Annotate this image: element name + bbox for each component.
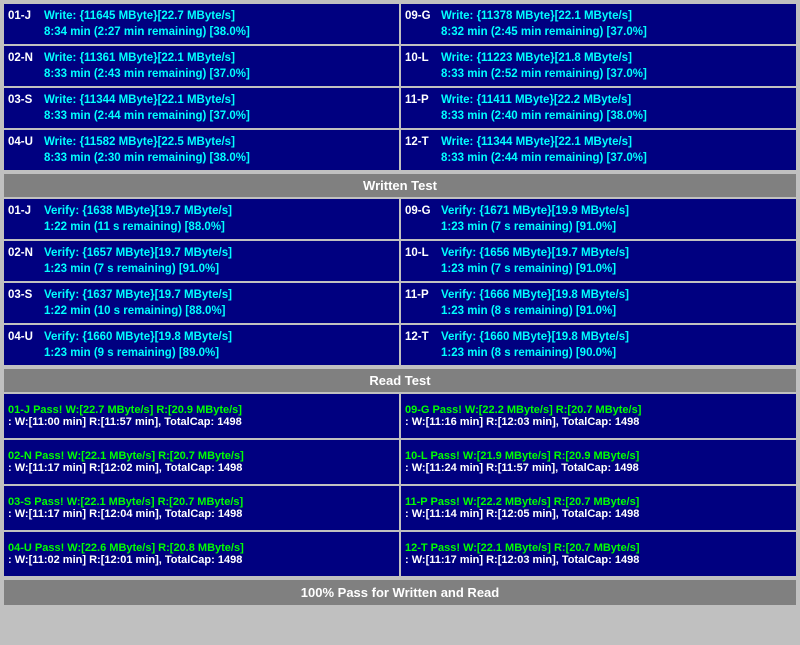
cell-11-p: 11-PVerify: {1666 MByte}[19.8 MByte/s]1:…: [401, 283, 796, 323]
pass-cell-01-j: 01-J Pass! W:[22.7 MByte/s] R:[20.9 MByt…: [4, 394, 399, 438]
cell-09-g: 09-GVerify: {1671 MByte}[19.9 MByte/s]1:…: [401, 199, 796, 239]
verify-grid: 01-JVerify: {1638 MByte}[19.7 MByte/s]1:…: [4, 199, 796, 365]
cell-10-l: 10-LWrite: {11223 MByte}[21.8 MByte/s]8:…: [401, 46, 796, 86]
verify-section: 01-JVerify: {1638 MByte}[19.7 MByte/s]1:…: [4, 199, 796, 392]
cell-09-g: 09-GWrite: {11378 MByte}[22.1 MByte/s]8:…: [401, 4, 796, 44]
write-grid: 01-JWrite: {11645 MByte}[22.7 MByte/s]8:…: [4, 4, 796, 170]
pass-section: 01-J Pass! W:[22.7 MByte/s] R:[20.9 MByt…: [4, 394, 796, 576]
cell-02-n: 02-NVerify: {1657 MByte}[19.7 MByte/s]1:…: [4, 241, 399, 281]
pass-cell-09-g: 09-G Pass! W:[22.2 MByte/s] R:[20.7 MByt…: [401, 394, 796, 438]
pass-cell-12-t: 12-T Pass! W:[22.1 MByte/s] R:[20.7 MByt…: [401, 532, 796, 576]
main-container: 01-JWrite: {11645 MByte}[22.7 MByte/s]8:…: [0, 0, 800, 609]
cell-04-u: 04-UWrite: {11582 MByte}[22.5 MByte/s]8:…: [4, 130, 399, 170]
cell-04-u: 04-UVerify: {1660 MByte}[19.8 MByte/s]1:…: [4, 325, 399, 365]
cell-01-j: 01-JVerify: {1638 MByte}[19.7 MByte/s]1:…: [4, 199, 399, 239]
pass-cell-04-u: 04-U Pass! W:[22.6 MByte/s] R:[20.8 MByt…: [4, 532, 399, 576]
pass-cell-11-p: 11-P Pass! W:[22.2 MByte/s] R:[20.7 MByt…: [401, 486, 796, 530]
pass-cell-02-n: 02-N Pass! W:[22.1 MByte/s] R:[20.7 MByt…: [4, 440, 399, 484]
read-test-header: Read Test: [4, 369, 796, 392]
pass-cell-03-s: 03-S Pass! W:[22.1 MByte/s] R:[20.7 MByt…: [4, 486, 399, 530]
write-section: 01-JWrite: {11645 MByte}[22.7 MByte/s]8:…: [4, 4, 796, 197]
cell-03-s: 03-SWrite: {11344 MByte}[22.1 MByte/s]8:…: [4, 88, 399, 128]
written-test-header: Written Test: [4, 174, 796, 197]
cell-02-n: 02-NWrite: {11361 MByte}[22.1 MByte/s]8:…: [4, 46, 399, 86]
cell-12-t: 12-TVerify: {1660 MByte}[19.8 MByte/s]1:…: [401, 325, 796, 365]
pass-cell-10-l: 10-L Pass! W:[21.9 MByte/s] R:[20.9 MByt…: [401, 440, 796, 484]
cell-01-j: 01-JWrite: {11645 MByte}[22.7 MByte/s]8:…: [4, 4, 399, 44]
pass-grid: 01-J Pass! W:[22.7 MByte/s] R:[20.9 MByt…: [4, 394, 796, 576]
footer-bar: 100% Pass for Written and Read: [4, 580, 796, 605]
cell-03-s: 03-SVerify: {1637 MByte}[19.7 MByte/s]1:…: [4, 283, 399, 323]
cell-11-p: 11-PWrite: {11411 MByte}[22.2 MByte/s]8:…: [401, 88, 796, 128]
cell-12-t: 12-TWrite: {11344 MByte}[22.1 MByte/s]8:…: [401, 130, 796, 170]
cell-10-l: 10-LVerify: {1656 MByte}[19.7 MByte/s]1:…: [401, 241, 796, 281]
